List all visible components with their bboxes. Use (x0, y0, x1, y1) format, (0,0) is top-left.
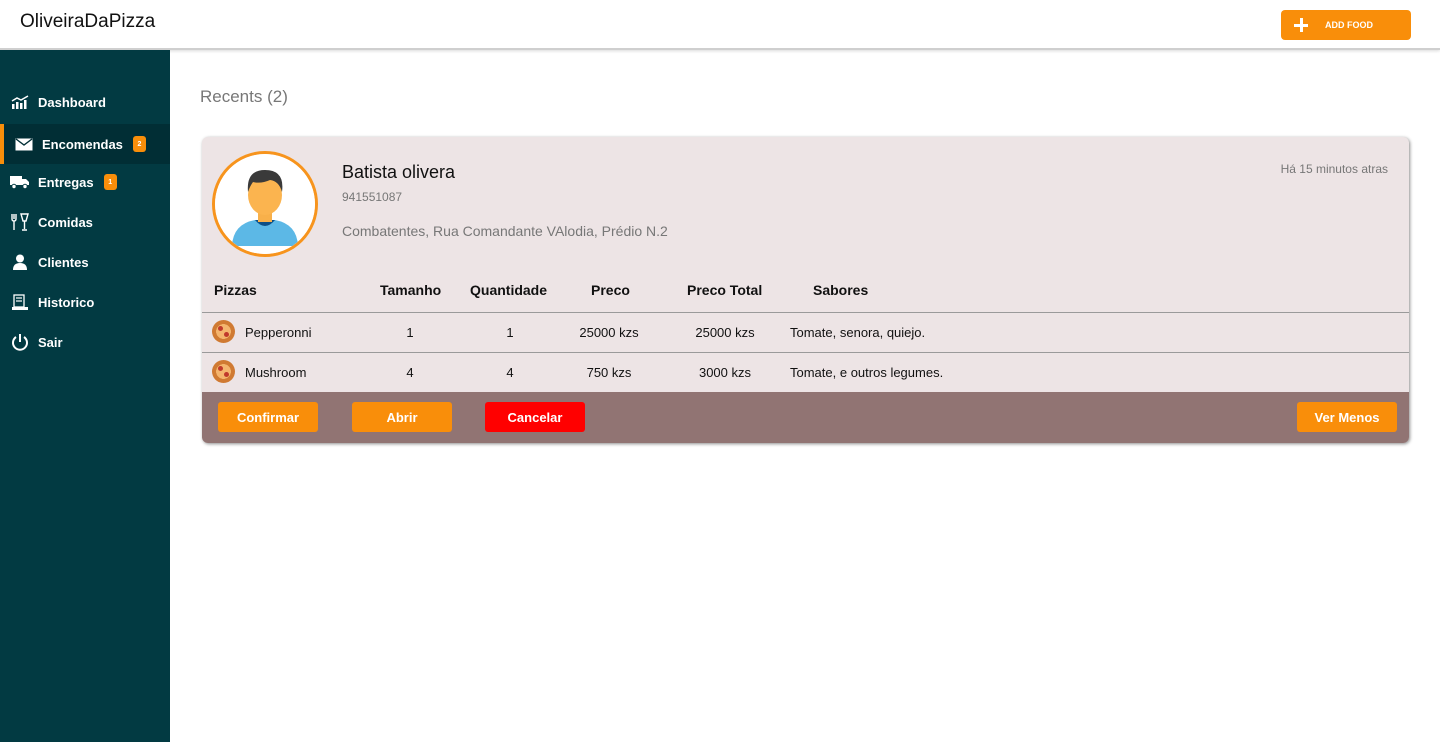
order-time: Há 15 minutos atras (1280, 162, 1388, 176)
pizza-quantity: 1 (506, 325, 514, 340)
deliveries-count-badge: 1 (103, 174, 117, 190)
orders-count-badge: 2 (132, 136, 146, 152)
sidebar-item-encomendas[interactable]: Encomendas 2 (0, 124, 170, 164)
add-food-button[interactable]: ADD FOOD (1281, 10, 1411, 40)
sidebar-item-label: Dashboard (38, 94, 106, 110)
power-icon (10, 333, 30, 351)
sidebar-item-label: Sair (38, 334, 63, 350)
customer-address: Combatentes, Rua Comandante VAlodia, Pré… (342, 223, 668, 239)
pizza-name: Mushroom (245, 365, 307, 380)
column-header-pizzas: Pizzas (214, 282, 257, 298)
cutlery-icon (10, 213, 30, 231)
avatar (212, 151, 318, 257)
column-header-preco: Preco (591, 282, 630, 298)
user-icon (10, 253, 30, 271)
brand-title: OliveiraDaPizza (20, 11, 156, 32)
sidebar-item-label: Comidas (38, 214, 93, 230)
customer-name: Batista olivera (342, 162, 456, 182)
chart-icon (10, 93, 30, 111)
sidebar-item-entregas[interactable]: Entregas 1 (0, 162, 170, 202)
top-bar: OliveiraDaPizza ADD FOOD (0, 0, 1440, 50)
sidebar: Dashboard Encomendas 2 Entregas 1 Comida… (0, 50, 170, 742)
pizza-price: 750 kzs (586, 365, 632, 380)
pizza-price: 25000 kzs (579, 325, 639, 340)
column-header-preco-total: Preco Total (687, 282, 763, 298)
column-header-sabores: Sabores (813, 282, 869, 298)
pizza-size: 4 (406, 365, 414, 380)
table-row: Mushroom 4 4 750 kzs 3000 kzs Tomate, e … (202, 352, 1409, 392)
truck-icon (10, 173, 30, 191)
pizza-quantity: 4 (506, 365, 514, 380)
show-less-button[interactable]: Ver Menos (1297, 402, 1397, 432)
sidebar-item-dashboard[interactable]: Dashboard (0, 82, 170, 122)
sidebar-item-label: Entregas (38, 174, 94, 190)
sidebar-item-comidas[interactable]: Comidas (0, 202, 170, 242)
column-header-tamanho: Tamanho (380, 282, 442, 298)
mail-icon (14, 135, 34, 153)
pizza-flavors: Tomate, e outros legumes. (790, 365, 944, 380)
sidebar-item-clientes[interactable]: Clientes (0, 242, 170, 282)
pizza-size: 1 (406, 325, 414, 340)
plus-icon (1294, 18, 1308, 32)
sidebar-item-label: Historico (38, 294, 95, 310)
table-row: Pepperonni 1 1 25000 kzs 25000 kzs Tomat… (202, 312, 1409, 352)
pizza-total: 25000 kzs (695, 325, 755, 340)
open-button[interactable]: Abrir (352, 402, 452, 432)
section-title: Recents (2) (200, 87, 288, 106)
history-icon (10, 293, 30, 311)
sidebar-item-label: Encomendas (42, 136, 123, 152)
column-header-quantidade: Quantidade (470, 282, 548, 298)
cancel-button[interactable]: Cancelar (485, 402, 585, 432)
pizza-flavors: Tomate, senora, quiejo. (790, 325, 926, 340)
pizza-name: Pepperonni (245, 325, 312, 340)
sidebar-item-historico[interactable]: Historico (0, 282, 170, 322)
customer-phone: 941551087 (342, 190, 403, 204)
sidebar-item-label: Clientes (38, 254, 89, 270)
order-actions-bar: Confirmar Abrir Cancelar Ver Menos (202, 392, 1409, 443)
sidebar-item-sair[interactable]: Sair (0, 322, 170, 362)
pizza-total: 3000 kzs (698, 365, 752, 380)
pizza-icon (212, 360, 235, 383)
add-food-label: ADD FOOD (1325, 20, 1373, 30)
pizza-icon (212, 320, 235, 343)
confirm-button[interactable]: Confirmar (218, 402, 318, 432)
order-card: Batista olivera 941551087 Combatentes, R… (202, 137, 1409, 443)
